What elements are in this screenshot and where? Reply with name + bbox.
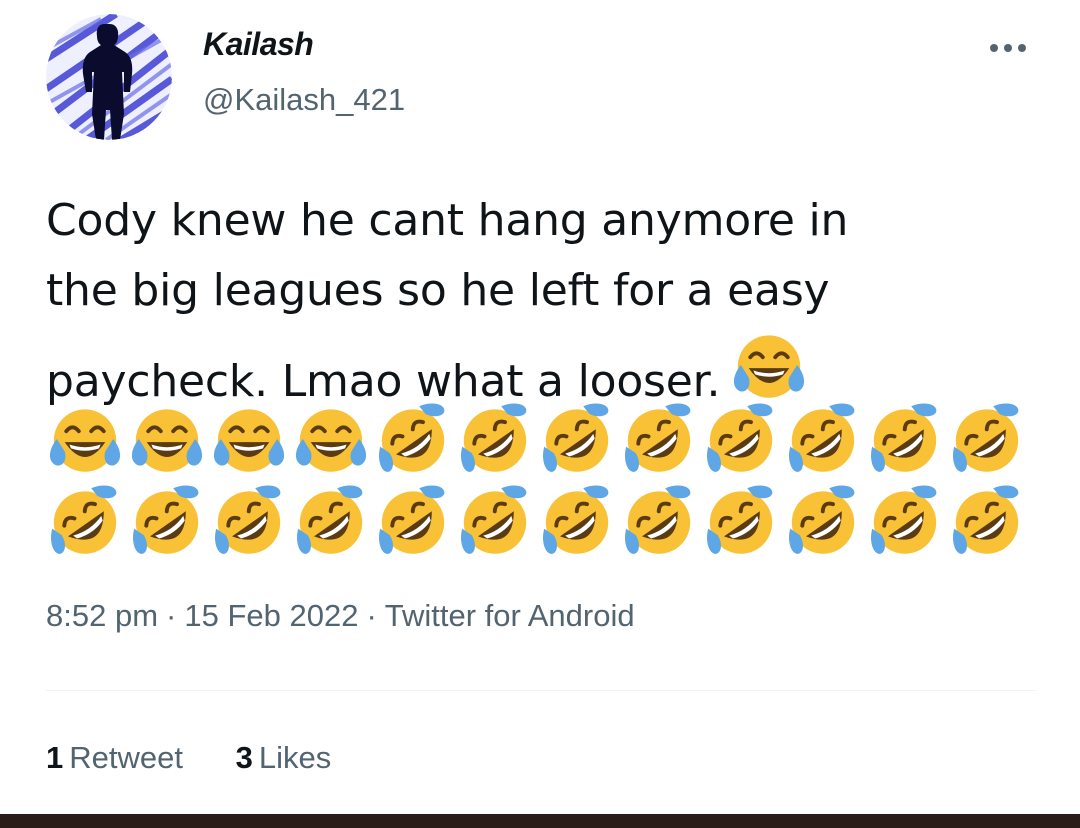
rolling-on-floor-laughing-icon [620,400,698,478]
engagement-stats: 1 Retweet 3 Likes [46,740,375,776]
likes-stat[interactable]: 3 Likes [236,740,332,775]
separator: · [366,598,377,633]
tweet-metadata: 8:52 pm · 15 Feb 2022 · Twitter for Android [46,598,635,634]
retweet-label: Retweet [69,740,183,775]
retweets-stat[interactable]: 1 Retweet [46,740,183,775]
emoji-row [46,400,1026,478]
likes-label: Likes [258,740,332,775]
tweet-source[interactable]: Twitter for Android [385,598,635,633]
rolling-on-floor-laughing-icon [374,482,452,560]
likes-count: 3 [235,740,253,775]
tweet-time[interactable]: 8:52 pm [46,598,158,633]
rolling-on-floor-laughing-icon [538,400,616,478]
tweet-text-line: the big leagues so he left for a easy [46,265,830,316]
rolling-on-floor-laughing-icon [784,400,862,478]
face-with-tears-of-joy-icon [730,326,808,404]
face-with-tears-of-joy-icon [210,400,288,478]
retweet-count: 1 [46,740,64,775]
rolling-on-floor-laughing-icon [948,482,1026,560]
rolling-on-floor-laughing-icon [866,400,944,478]
divider [46,690,1036,691]
rolling-on-floor-laughing-icon [538,482,616,560]
rolling-on-floor-laughing-icon [210,482,288,560]
face-with-tears-of-joy-icon [46,400,124,478]
rolling-on-floor-laughing-icon [620,482,698,560]
display-name[interactable]: Kailash [203,26,314,63]
rolling-on-floor-laughing-icon [456,400,534,478]
rolling-on-floor-laughing-icon [702,400,780,478]
emoji-row [46,482,1026,560]
separator: · [166,598,177,633]
more-horizontal-icon[interactable] [986,38,1030,58]
bottom-bar [0,814,1080,828]
avatar[interactable] [46,14,172,140]
face-with-tears-of-joy-icon [292,400,370,478]
face-with-tears-of-joy-icon [128,400,206,478]
rolling-on-floor-laughing-icon [702,482,780,560]
rolling-on-floor-laughing-icon [866,482,944,560]
rolling-on-floor-laughing-icon [46,482,124,560]
rolling-on-floor-laughing-icon [292,482,370,560]
tweet-date[interactable]: 15 Feb 2022 [184,598,358,633]
username-handle[interactable]: @Kailash_421 [203,82,405,118]
rolling-on-floor-laughing-icon [374,400,452,478]
tweet-text-line: Cody knew he cant hang anymore in [46,195,849,246]
rolling-on-floor-laughing-icon [456,482,534,560]
rolling-on-floor-laughing-icon [948,400,1026,478]
tweet-text: Cody knew he cant hang anymore in the bi… [46,186,1046,417]
rolling-on-floor-laughing-icon [784,482,862,560]
rolling-on-floor-laughing-icon [128,482,206,560]
